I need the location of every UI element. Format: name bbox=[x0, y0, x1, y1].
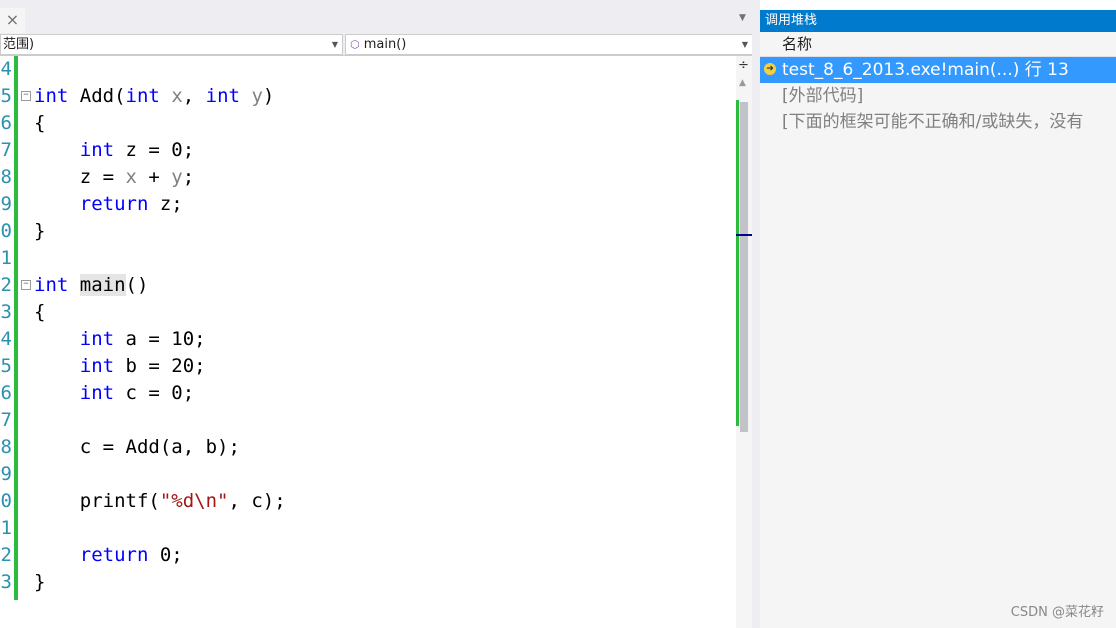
code-line[interactable]: 6 int c = 0; bbox=[0, 380, 736, 407]
line-number: 4 bbox=[0, 58, 12, 80]
line-number: 6 bbox=[0, 382, 12, 404]
panel-title: 调用堆栈 bbox=[760, 10, 1116, 32]
code-line[interactable]: 5− int Add(int x, int y) bbox=[0, 83, 736, 110]
method-icon: ⬡ bbox=[350, 38, 360, 51]
code-line[interactable]: 4 int a = 10; bbox=[0, 326, 736, 353]
line-number: 3 bbox=[0, 301, 12, 323]
tab-bar: × ▼ bbox=[0, 0, 758, 33]
code-line[interactable]: 7 bbox=[0, 407, 736, 434]
line-number: 1 bbox=[0, 247, 12, 269]
stack-frame[interactable]: ➜ test_8_6_2013.exe!main(...) 行 13 bbox=[760, 57, 1116, 83]
code-line[interactable]: 9 bbox=[0, 461, 736, 488]
line-number: 9 bbox=[0, 463, 12, 485]
code-text: int b = 20; bbox=[79, 355, 206, 377]
watermark: CSDN @菜花籽 bbox=[1010, 605, 1104, 620]
line-number: 0 bbox=[0, 490, 12, 512]
frame-label: [下面的框架可能不正确和/或缺失，没有 bbox=[782, 112, 1084, 132]
member-combo[interactable]: ⬡ main() ▼ bbox=[345, 34, 753, 55]
navigation-bar: 范围) ▼ ⬡ main() ▼ bbox=[0, 33, 758, 56]
code-text: int Add(int x, int y) bbox=[34, 85, 275, 107]
scope-combo[interactable]: 范围) ▼ bbox=[0, 34, 343, 55]
code-line[interactable]: 2 return 0; bbox=[0, 542, 736, 569]
code-line[interactable]: 0 printf("%d\n", c); bbox=[0, 488, 736, 515]
stack-frame[interactable]: [外部代码] bbox=[760, 83, 1116, 109]
member-value: main() bbox=[363, 37, 407, 52]
code-text: { bbox=[34, 301, 46, 323]
call-stack-panel: 调用堆栈 名称 ➜ test_8_6_2013.exe!main(...) 行 1… bbox=[760, 10, 1116, 628]
code-line[interactable]: 8 z = x + y; bbox=[0, 164, 736, 191]
chevron-down-icon: ▼ bbox=[741, 40, 748, 49]
line-number: 5 bbox=[0, 85, 12, 107]
line-number: 0 bbox=[0, 220, 12, 242]
frame-label: [外部代码] bbox=[782, 86, 864, 106]
code-text: c = Add(a, b); bbox=[34, 436, 240, 458]
line-number: 7 bbox=[0, 139, 12, 161]
scope-value: 范围) bbox=[3, 37, 35, 52]
code-text: int main() bbox=[34, 274, 149, 296]
line-number: 8 bbox=[0, 166, 12, 188]
code-text: { bbox=[34, 112, 46, 134]
stack-frame[interactable]: [下面的框架可能不正确和/或缺失，没有 bbox=[760, 109, 1116, 135]
scroll-thumb[interactable] bbox=[740, 102, 748, 432]
line-number: 3 bbox=[0, 571, 12, 593]
split-icon[interactable]: ÷ bbox=[738, 58, 749, 73]
code-text: z = x + y; bbox=[34, 166, 195, 188]
code-line[interactable]: 2− int main() bbox=[0, 272, 736, 299]
chevron-down-icon: ▼ bbox=[331, 40, 338, 49]
code-text: } bbox=[34, 571, 46, 593]
code-text: return z; bbox=[79, 193, 183, 215]
tab-close-button[interactable]: × bbox=[0, 8, 25, 33]
code-line[interactable]: 1 bbox=[0, 515, 736, 542]
line-number: 4 bbox=[0, 328, 12, 350]
line-number: 2 bbox=[0, 544, 12, 566]
code-text: int z = 0; bbox=[79, 139, 195, 161]
line-number: 5 bbox=[0, 355, 12, 377]
scroll-up-icon[interactable]: ▲ bbox=[739, 78, 746, 88]
code-text: } bbox=[34, 220, 46, 242]
code-text: printf("%d\n", c); bbox=[34, 490, 286, 512]
code-line[interactable]: 0} bbox=[0, 218, 736, 245]
current-frame-arrow-icon: ➜ bbox=[764, 63, 776, 75]
code-text: int c = 0; bbox=[79, 382, 195, 404]
change-marker bbox=[736, 100, 739, 426]
cursor-marker bbox=[736, 234, 752, 236]
code-line[interactable]: 3{ bbox=[0, 299, 736, 326]
line-number: 1 bbox=[0, 517, 12, 539]
code-line[interactable]: 9 return z; bbox=[0, 191, 736, 218]
line-number: 9 bbox=[0, 193, 12, 215]
column-header-name[interactable]: 名称 bbox=[760, 32, 1116, 57]
line-number: 2 bbox=[0, 274, 12, 296]
splitter[interactable] bbox=[752, 0, 760, 628]
code-line[interactable]: 4 bbox=[0, 56, 736, 83]
collapse-icon[interactable]: − bbox=[21, 91, 31, 101]
code-line[interactable]: 5 int b = 20; bbox=[0, 353, 736, 380]
line-number: 8 bbox=[0, 436, 12, 458]
code-line[interactable]: 1 bbox=[0, 245, 736, 272]
vertical-scrollbar[interactable]: ÷ ▲ bbox=[736, 56, 752, 628]
code-text: int a = 10; bbox=[79, 328, 206, 350]
code-line[interactable]: 6{ bbox=[0, 110, 736, 137]
tab-dropdown-icon[interactable]: ▼ bbox=[739, 13, 746, 23]
code-editor[interactable]: 4 5− int Add(int x, int y) 6{7 int z = 0; 8 … bbox=[0, 56, 736, 596]
frame-label: test_8_6_2013.exe!main(...) 行 13 bbox=[782, 60, 1069, 80]
code-line[interactable]: 3} bbox=[0, 569, 736, 596]
code-line[interactable]: 7 int z = 0; bbox=[0, 137, 736, 164]
code-line[interactable]: 8 c = Add(a, b); bbox=[0, 434, 736, 461]
line-number: 7 bbox=[0, 409, 12, 431]
code-text: return 0; bbox=[79, 544, 183, 566]
line-number: 6 bbox=[0, 112, 12, 134]
collapse-icon[interactable]: − bbox=[21, 280, 31, 290]
